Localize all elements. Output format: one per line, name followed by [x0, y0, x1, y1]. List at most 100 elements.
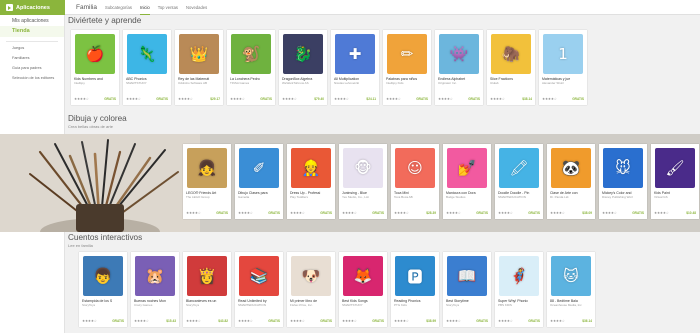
app-developer[interactable]: Oddrobo Software AB	[175, 81, 223, 85]
price-button[interactable]: $10.48	[686, 211, 696, 215]
app-developer[interactable]: StoryToys	[443, 303, 491, 307]
app-icon[interactable]: 1	[543, 34, 583, 74]
app-icon[interactable]: 🖍	[499, 148, 539, 188]
app-developer[interactable]: Gamelia	[235, 195, 283, 199]
app-icon[interactable]: 💅	[447, 148, 487, 188]
app-name[interactable]: 88 - Bedtime Bala	[547, 296, 595, 303]
app-card[interactable]: 👾 Endless Alphabet Originator Inc. ★★★★☆ GRA…	[435, 30, 483, 105]
price-button[interactable]: GRATIS	[260, 97, 272, 101]
apps-brand-tab[interactable]: Aplicaciones	[0, 0, 65, 15]
app-card[interactable]: 🖍 Doodle Doodle - Pin SMARTEDUCATION ★★★★☆ G…	[495, 144, 543, 219]
price-button[interactable]: GRATIS	[216, 211, 228, 215]
app-developer[interactable]: Virtual GS	[651, 195, 699, 199]
app-name[interactable]: Best Kids Songs	[339, 296, 387, 303]
app-card[interactable]: 📚 Read Unlimited by SMARTEDUCATION ★★★★☆ GRA…	[235, 252, 283, 327]
price-button[interactable]: GRATIS	[476, 319, 488, 323]
price-button[interactable]: $43.82	[218, 319, 228, 323]
app-name[interactable]: Read Unlimited by	[235, 296, 283, 303]
app-icon[interactable]: 🐶	[291, 256, 331, 296]
app-developer[interactable]: SMARTEDUCATION	[495, 195, 543, 199]
app-name[interactable]: Juninsing - Blue	[339, 188, 387, 195]
app-name[interactable]: Kids Paint	[651, 188, 699, 195]
app-developer[interactable]: SMARTSTUDY	[339, 303, 387, 307]
app-icon[interactable]: 🅿	[395, 256, 435, 296]
app-icon[interactable]: 🦣	[491, 34, 531, 74]
app-card[interactable]: 💅 Manicura con Dora Budge Studios ★★★★☆ GRAT…	[443, 144, 491, 219]
app-name[interactable]: Endless Alphabet	[435, 74, 483, 81]
price-button[interactable]: GRATIS	[468, 97, 480, 101]
app-developer[interactable]: SMARTSTUDY	[123, 81, 171, 85]
app-name[interactable]: Blancanieves es un	[183, 296, 231, 303]
nav-top-sales[interactable]: Top ventas	[158, 1, 178, 14]
app-card[interactable]: 🦊 Best Kids Songs SMARTSTUDY ★★★★☆ GRATIS	[339, 252, 387, 327]
sidebar-link-games[interactable]: Juegos	[0, 45, 64, 52]
sidebar-store[interactable]: Tienda	[0, 26, 64, 37]
price-button[interactable]: GRATIS	[572, 97, 584, 101]
nav-home[interactable]: Inicio	[139, 1, 150, 15]
app-icon[interactable]: ✐	[239, 148, 279, 188]
app-icon[interactable]: 🐒	[231, 34, 271, 74]
category-dropdown[interactable]: Familia	[76, 4, 97, 11]
app-name[interactable]: Best Storytime	[443, 296, 491, 303]
app-card[interactable]: 🐹 Buenas noches Mon Crazy Games ★★★★☆ $15.43	[131, 252, 179, 327]
app-developer[interactable]: Intellijoy Kids	[383, 81, 431, 85]
app-card[interactable]: 👦 Estampida de los S StoryToys ★★★★☆ GRATIS	[79, 252, 127, 327]
app-icon[interactable]: 🐭	[603, 148, 643, 188]
app-developer[interactable]: Play Toddlers	[287, 195, 335, 199]
app-developer[interactable]: Originator Inc.	[435, 81, 483, 85]
app-developer[interactable]: StoryToys	[183, 303, 231, 307]
app-developer[interactable]: Oceanhouse Media, Inc	[547, 303, 595, 307]
price-button[interactable]: GRATIS	[416, 97, 428, 101]
app-icon[interactable]: 🐱	[551, 256, 591, 296]
app-name[interactable]: LEGO® Friends Art	[183, 188, 231, 195]
app-card[interactable]: 👧 LEGO® Friends Art The LEGO Group ★★★★☆ GRA…	[183, 144, 231, 219]
app-card[interactable]: 👑 Rey de las Matemát Oddrobo Software AB ★★…	[175, 30, 223, 105]
app-card[interactable]: 🐉 DragonBox Algebra WeWantToKnow AS ★★★★☆ $7…	[279, 30, 327, 105]
app-name[interactable]: Doodle Doodle - Pin	[495, 188, 543, 195]
app-card[interactable]: 🐶 Mi primer libro de Fisher-Price, Inc. ★★★…	[287, 252, 335, 327]
app-card[interactable]: 👷 Dress Up - Professi Play Toddlers ★★★★☆ GR…	[287, 144, 335, 219]
price-button[interactable]: GRATIS	[320, 211, 332, 215]
price-button[interactable]: $15.43	[166, 319, 176, 323]
app-name[interactable]: Palabras para niños	[383, 74, 431, 81]
app-developer[interactable]: PTG Kids	[391, 303, 439, 307]
price-button[interactable]: $28.39	[426, 211, 436, 215]
app-card[interactable]: ☺ Toca Mini Toca Boca AB ★★★★☆ $28.39	[391, 144, 439, 219]
app-name[interactable]: La Lonchera Pedro	[227, 74, 275, 81]
app-card[interactable]: 🦣 Slice Fractions Ululab ★★★★☆ $38.14	[487, 30, 535, 105]
app-name[interactable]: DragonBox Algebra	[279, 74, 327, 81]
app-card[interactable]: 👸 Blancanieves es un StoryToys ★★★★☆ $43.82	[183, 252, 231, 327]
app-icon[interactable]: 🖌	[655, 148, 695, 188]
price-button[interactable]: GRATIS	[476, 211, 488, 215]
app-icon[interactable]: 👾	[439, 34, 479, 74]
app-developer[interactable]: Disney Publishing Worl	[599, 195, 647, 199]
price-button[interactable]: $38.09	[582, 211, 592, 215]
app-card[interactable]: 📖 Best Storytime StoryToys ★★★★☆ GRATIS	[443, 252, 491, 327]
app-card[interactable]: 🦸 Super Why! Phonic PBS KIDS ★★★★☆ GRATIS	[495, 252, 543, 327]
app-card[interactable]: 🦎 ABC Phonics SMARTSTUDY ★★★★☆ GRATIS	[123, 30, 171, 105]
price-button[interactable]: GRATIS	[156, 97, 168, 101]
app-icon[interactable]: 🐵	[343, 148, 383, 188]
app-developer[interactable]: Budge Studios	[443, 195, 491, 199]
app-developer[interactable]: Alexander Shulz	[539, 81, 587, 85]
app-icon[interactable]: 🐼	[551, 148, 591, 188]
app-developer[interactable]: Toca Boca AB	[391, 195, 439, 199]
app-name[interactable]: ABC Phonics	[123, 74, 171, 81]
app-icon[interactable]: 👸	[187, 256, 227, 296]
app-name[interactable]: Kids Numbers and	[71, 74, 119, 81]
app-developer[interactable]: Nicolas Lehovetzki	[331, 81, 379, 85]
app-icon[interactable]: 👦	[83, 256, 123, 296]
app-card[interactable]: 🐭 Mickey's Color and Disney Publishing Wor…	[599, 144, 647, 219]
app-developer[interactable]: Intellijoy	[71, 81, 119, 85]
app-developer[interactable]: Yes Studio, Co., Ltd.	[339, 195, 387, 199]
app-icon[interactable]: ✏	[387, 34, 427, 74]
price-button[interactable]: GRATIS	[268, 319, 280, 323]
app-card[interactable]: 🐒 La Lonchera Pedro TINSA Games ★★★★☆ GRATIS	[227, 30, 275, 105]
app-icon[interactable]: 👷	[291, 148, 331, 188]
price-button[interactable]: GRATIS	[632, 211, 644, 215]
app-card[interactable]: 🖌 Kids Paint Virtual GS ★★★★☆ $10.48	[651, 144, 699, 219]
app-icon[interactable]: 📚	[239, 256, 279, 296]
app-card[interactable]: ✏ Palabras para niños Intellijoy Kids ★★★★☆…	[383, 30, 431, 105]
app-card[interactable]: ✚ All Multiplication Nicolas Lehovetzki ★★★…	[331, 30, 379, 105]
app-name[interactable]: Buenas noches Mon	[131, 296, 179, 303]
